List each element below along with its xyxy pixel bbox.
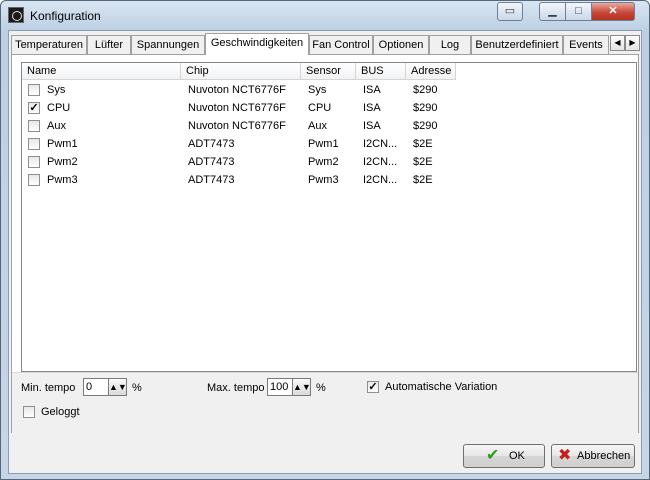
tray-button[interactable]: ▭ xyxy=(497,2,523,21)
red-x-icon: ✖ xyxy=(558,447,572,464)
tab-scroll-right-icon[interactable]: ▶ xyxy=(625,35,640,51)
cell-name: Pwm2 xyxy=(47,156,78,168)
logged-checkbox[interactable] xyxy=(23,406,35,418)
cell-sensor: Aux xyxy=(308,120,327,132)
row-checkbox[interactable] xyxy=(28,84,40,96)
spin-arrows-icon[interactable]: ▲▼ xyxy=(292,379,311,395)
min-tempo-label: Min. tempo xyxy=(21,382,76,394)
column-header-address[interactable]: Adresse xyxy=(406,63,456,80)
min-tempo-stepper[interactable]: 0 ▲▼ xyxy=(83,378,127,396)
cell-bus: I2CN... xyxy=(363,138,398,150)
cell-address: $2E xyxy=(413,156,433,168)
row-checkbox[interactable] xyxy=(28,174,40,186)
tab-scroll-left-icon[interactable]: ◀ xyxy=(610,35,625,51)
cell-chip: ADT7473 xyxy=(188,174,235,186)
column-header-bus[interactable]: BUS xyxy=(356,63,406,80)
cell-name: Aux xyxy=(47,120,66,132)
max-tempo-unit: % xyxy=(316,382,326,394)
cell-address: $290 xyxy=(413,84,438,96)
auto-variation-checkbox[interactable]: ✓ xyxy=(367,381,379,393)
cell-sensor: Pwm3 xyxy=(308,174,339,186)
table-row[interactable]: Aux Nuvoton NCT6776F Aux ISA $290 xyxy=(22,117,636,135)
table-row[interactable]: Pwm3 ADT7473 Pwm3 I2CN... $2E xyxy=(22,171,636,189)
cell-sensor: Sys xyxy=(308,84,327,96)
tab-temperaturen[interactable]: Temperaturen xyxy=(11,35,87,54)
cell-name: Sys xyxy=(47,84,66,96)
column-header-sensor[interactable]: Sensor xyxy=(301,63,356,80)
spin-arrows-icon[interactable]: ▲▼ xyxy=(108,379,127,395)
ok-button[interactable]: ✔ OK xyxy=(463,444,545,468)
tab-geschwindigkeiten[interactable]: Geschwindigkeiten xyxy=(205,33,309,55)
cell-chip: Nuvoton NCT6776F xyxy=(188,120,286,132)
max-tempo-value[interactable]: 100 xyxy=(270,379,288,395)
cell-bus: I2CN... xyxy=(363,174,398,186)
tab-panel-geschwindigkeiten: Name Chip Sensor BUS Adresse Sys Nuvoton… xyxy=(11,54,639,433)
cell-sensor: Pwm2 xyxy=(308,156,339,168)
cell-chip: Nuvoton NCT6776F xyxy=(188,84,286,96)
cell-address: $290 xyxy=(413,120,438,132)
tab-optionen[interactable]: Optionen xyxy=(373,35,429,54)
column-header-name[interactable]: Name xyxy=(22,63,181,80)
cancel-button[interactable]: ✖ Abbrechen xyxy=(551,444,635,468)
ok-button-label: OK xyxy=(509,450,525,462)
list-header: Name Chip Sensor BUS Adresse xyxy=(22,63,636,80)
dialog-client-area: Temperaturen Lüfter Spannungen Geschwind… xyxy=(8,30,642,474)
cell-bus: ISA xyxy=(363,120,381,132)
table-row[interactable]: ✓ CPU Nuvoton NCT6776F CPU ISA $290 xyxy=(22,99,636,117)
row-checkbox[interactable]: ✓ xyxy=(28,102,40,114)
column-header-chip[interactable]: Chip xyxy=(181,63,301,80)
logged-label[interactable]: Geloggt xyxy=(41,406,80,418)
app-fan-icon xyxy=(8,7,24,23)
window-title: Konfiguration xyxy=(30,9,101,23)
cell-name: CPU xyxy=(47,102,71,114)
cell-address: $2E xyxy=(413,138,433,150)
cancel-button-label: Abbrechen xyxy=(577,450,631,462)
table-row[interactable]: Pwm2 ADT7473 Pwm2 I2CN... $2E xyxy=(22,153,636,171)
maximize-button[interactable]: □ xyxy=(565,2,592,21)
cell-chip: Nuvoton NCT6776F xyxy=(188,102,286,114)
close-button[interactable]: ✕ xyxy=(591,2,635,21)
row-checkbox[interactable] xyxy=(28,120,40,132)
speed-options-panel: Min. tempo 0 ▲▼ % Max. tempo 100 ▲▼ % ✓ … xyxy=(12,372,638,433)
tab-fan-control[interactable]: Fan Control xyxy=(309,35,373,54)
cell-sensor: Pwm1 xyxy=(308,138,339,150)
cell-chip: ADT7473 xyxy=(188,156,235,168)
cell-bus: ISA xyxy=(363,84,381,96)
config-window: Konfiguration ▭ ▁ □ ✕ Temperaturen Lüfte… xyxy=(0,0,650,480)
cell-bus: I2CN... xyxy=(363,156,398,168)
title-bar[interactable]: Konfiguration ▭ ▁ □ ✕ xyxy=(1,1,649,30)
row-checkbox[interactable] xyxy=(28,138,40,150)
tab-events[interactable]: Events xyxy=(563,35,609,54)
cell-name: Pwm3 xyxy=(47,174,78,186)
tab-luefter[interactable]: Lüfter xyxy=(87,35,131,54)
cell-chip: ADT7473 xyxy=(188,138,235,150)
auto-variation-label[interactable]: Automatische Variation xyxy=(385,381,497,393)
cell-name: Pwm1 xyxy=(47,138,78,150)
fan-speed-list[interactable]: Name Chip Sensor BUS Adresse Sys Nuvoton… xyxy=(21,62,637,372)
cell-bus: ISA xyxy=(363,102,381,114)
table-row[interactable]: Sys Nuvoton NCT6776F Sys ISA $290 xyxy=(22,81,636,99)
tab-benutzerdefiniert[interactable]: Benutzerdefiniert xyxy=(471,35,563,54)
tab-strip: Temperaturen Lüfter Spannungen Geschwind… xyxy=(11,33,640,55)
tab-log[interactable]: Log xyxy=(429,35,471,54)
cell-address: $2E xyxy=(413,174,433,186)
min-tempo-unit: % xyxy=(132,382,142,394)
table-row[interactable]: Pwm1 ADT7473 Pwm1 I2CN... $2E xyxy=(22,135,636,153)
cell-sensor: CPU xyxy=(308,102,332,114)
max-tempo-stepper[interactable]: 100 ▲▼ xyxy=(267,378,311,396)
tab-spannungen[interactable]: Spannungen xyxy=(131,35,205,54)
row-checkbox[interactable] xyxy=(28,156,40,168)
max-tempo-label: Max. tempo xyxy=(207,382,265,394)
checkmark-icon: ✔ xyxy=(486,447,500,464)
minimize-button[interactable]: ▁ xyxy=(539,2,566,21)
min-tempo-value[interactable]: 0 xyxy=(86,379,92,395)
cell-address: $290 xyxy=(413,102,438,114)
